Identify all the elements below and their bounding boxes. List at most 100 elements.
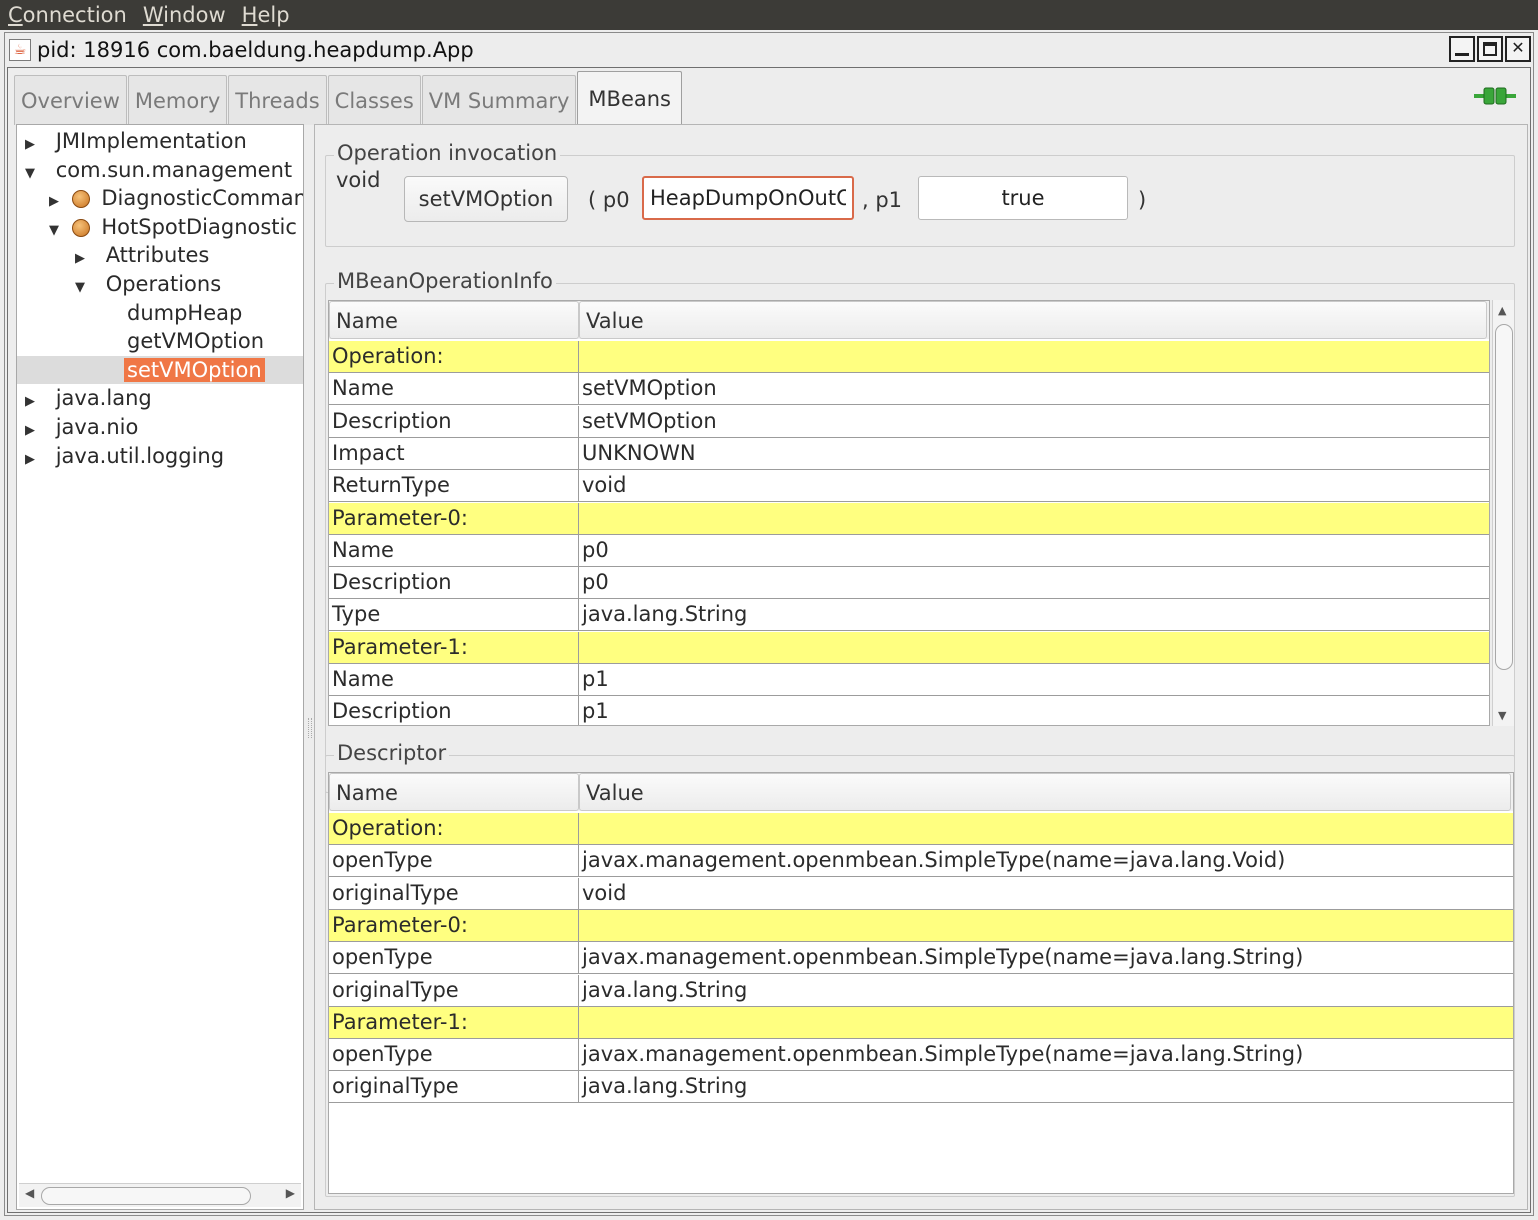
expand-icon[interactable]: ▶ <box>23 131 37 159</box>
cell-value: p1 <box>582 667 609 691</box>
tab-overview[interactable]: Overview <box>14 75 127 125</box>
scrollbar-thumb[interactable] <box>41 1187 251 1205</box>
mbean-tree: ▶ JMImplementation ▼ com.sun.management … <box>16 124 304 1210</box>
tree-node-diagnosticcommand[interactable]: ▶ DiagnosticCommand <box>47 184 303 212</box>
cell-name: Impact <box>329 437 579 470</box>
tab-mbeans[interactable]: MBeans <box>577 71 682 125</box>
tab-memory[interactable]: Memory <box>127 75 228 125</box>
tree-node-getvmoption[interactable]: getVMOption <box>127 327 264 355</box>
cell-value: p1 <box>582 699 609 724</box>
table-row[interactable]: Description p1 <box>329 696 1489 725</box>
menu-connection[interactable]: Connection <box>0 3 135 27</box>
maximize-button[interactable] <box>1477 36 1503 62</box>
tree-node-jmimplementation[interactable]: ▶ JMImplementation <box>23 127 247 155</box>
tree-node-java-util-logging[interactable]: ▶ java.util.logging <box>23 442 224 470</box>
tab-vm-summary[interactable]: VM Summary <box>421 75 577 125</box>
tree-node-java-lang[interactable]: ▶ java.lang <box>23 384 152 412</box>
cell-value: java.lang.String <box>582 1074 748 1099</box>
table-row[interactable]: Name p1 <box>329 664 1489 696</box>
scroll-up-icon[interactable]: ▲ <box>1498 304 1506 317</box>
menu-window[interactable]: Window <box>135 3 234 27</box>
cell-name: Name <box>329 534 579 567</box>
column-header-value[interactable]: Value <box>579 773 1511 811</box>
tree-node-hotspotdiagnostic[interactable]: ▼ HotSpotDiagnostic <box>47 213 297 241</box>
collapse-icon[interactable]: ▼ <box>23 160 37 188</box>
operation-info-scrollbar[interactable]: ▲ ▼ <box>1492 300 1514 726</box>
scrollbar-thumb[interactable] <box>1495 324 1513 670</box>
cell-value: setVMOption <box>582 408 717 433</box>
expand-icon[interactable]: ▶ <box>23 417 37 445</box>
scroll-left-icon[interactable]: ◀ <box>25 1186 34 1200</box>
expand-icon[interactable]: ▶ <box>47 188 61 216</box>
table-row[interactable]: Name setVMOption <box>329 373 1489 406</box>
column-header-name[interactable]: Name <box>329 773 579 811</box>
cell-value <box>579 910 1513 942</box>
collapse-icon[interactable]: ▼ <box>73 274 87 302</box>
p1-input[interactable] <box>918 176 1128 220</box>
minimize-button[interactable] <box>1449 36 1475 62</box>
table-row[interactable]: ReturnType void <box>329 470 1489 503</box>
table-row[interactable]: originalType java.lang.String <box>329 1071 1513 1104</box>
table-row[interactable]: openType javax.management.openmbean.Simpl… <box>329 845 1513 878</box>
collapse-icon[interactable]: ▼ <box>47 217 61 245</box>
table-header: Name Value <box>329 301 1489 339</box>
table-row[interactable]: originalType java.lang.String <box>329 974 1513 1007</box>
return-type-label: void <box>336 168 381 192</box>
table-section-row[interactable]: Parameter-1: <box>329 631 1489 664</box>
table-section-row[interactable]: Parameter-1: <box>329 1006 1513 1039</box>
menu-help[interactable]: Help <box>234 3 298 27</box>
scroll-right-icon[interactable]: ▶ <box>286 1186 295 1200</box>
table-row[interactable]: openType javax.management.openmbean.Simpl… <box>329 1039 1513 1072</box>
table-section-row[interactable]: Parameter-0: <box>329 502 1489 535</box>
frame-content: Overview Memory Threads Classes VM Summa… <box>7 67 1531 1213</box>
cell-name: originalType <box>329 1071 579 1104</box>
internal-frame: ☕ pid: 18916 com.baeldung.heapdump.App ✕… <box>4 32 1534 1216</box>
cell-value: p0 <box>582 570 609 595</box>
split-pane-divider[interactable] <box>308 718 312 738</box>
tree-node-setvmoption[interactable]: setVMOption <box>17 356 303 384</box>
column-header-name[interactable]: Name <box>329 301 579 339</box>
expand-icon[interactable]: ▶ <box>23 446 37 474</box>
cell-value <box>579 632 1489 664</box>
close-button[interactable]: ✕ <box>1505 36 1531 62</box>
table-row[interactable]: Name p0 <box>329 534 1489 567</box>
cell-name: originalType <box>329 877 579 910</box>
tree-node-com-sun-management[interactable]: ▼ com.sun.management <box>23 156 292 184</box>
tree-node-dumpheap[interactable]: dumpHeap <box>127 299 242 327</box>
cell-name: Description <box>329 696 579 725</box>
tree-horizontal-scrollbar[interactable]: ◀ ▶ <box>19 1183 301 1207</box>
p0-input[interactable] <box>642 176 854 220</box>
table-row[interactable]: openType javax.management.openmbean.Simpl… <box>329 942 1513 975</box>
table-row[interactable]: Description setVMOption <box>329 405 1489 438</box>
table-section-row[interactable]: Parameter-0: <box>329 909 1513 942</box>
tab-classes[interactable]: Classes <box>327 75 421 125</box>
expand-icon[interactable]: ▶ <box>23 388 37 416</box>
tab-bar: Overview Memory Threads Classes VM Summa… <box>14 71 683 125</box>
table-row[interactable]: Impact UNKNOWN <box>329 437 1489 470</box>
cell-name: openType <box>329 942 579 975</box>
table-row[interactable]: originalType void <box>329 877 1513 910</box>
column-header-value[interactable]: Value <box>579 301 1487 339</box>
cell-name: Name <box>329 373 579 406</box>
invoke-operation-button[interactable]: setVMOption <box>404 176 568 222</box>
cell-name: Parameter-1: <box>329 631 579 664</box>
table-row[interactable]: Type java.lang.String <box>329 599 1489 632</box>
operation-info-group: MBeanOperationInfo Name Value Operation:… <box>325 269 1515 793</box>
cell-value <box>579 1007 1513 1039</box>
cell-name: openType <box>329 845 579 878</box>
cell-value <box>579 503 1489 535</box>
tree-node-attributes[interactable]: ▶ Attributes <box>73 241 209 269</box>
descriptor-table: Name Value Operation: openType javax.manag… <box>328 772 1514 1194</box>
tree-node-operations[interactable]: ▼ Operations <box>73 270 221 298</box>
table-section-row[interactable]: Operation: <box>329 341 1489 373</box>
frame-title-bar[interactable]: ☕ pid: 18916 com.baeldung.heapdump.App ✕ <box>5 33 1533 67</box>
table-section-row[interactable]: Operation: <box>329 813 1513 845</box>
scroll-down-icon[interactable]: ▼ <box>1498 709 1506 722</box>
tab-threads[interactable]: Threads <box>228 75 327 125</box>
expand-icon[interactable]: ▶ <box>73 245 87 273</box>
tree-node-java-nio[interactable]: ▶ java.nio <box>23 413 138 441</box>
group-title: MBeanOperationInfo <box>334 269 556 293</box>
cell-value: javax.management.openmbean.SimpleType(na… <box>582 945 1304 970</box>
table-row[interactable]: Description p0 <box>329 567 1489 600</box>
connected-plug-icon[interactable] <box>1474 86 1516 106</box>
